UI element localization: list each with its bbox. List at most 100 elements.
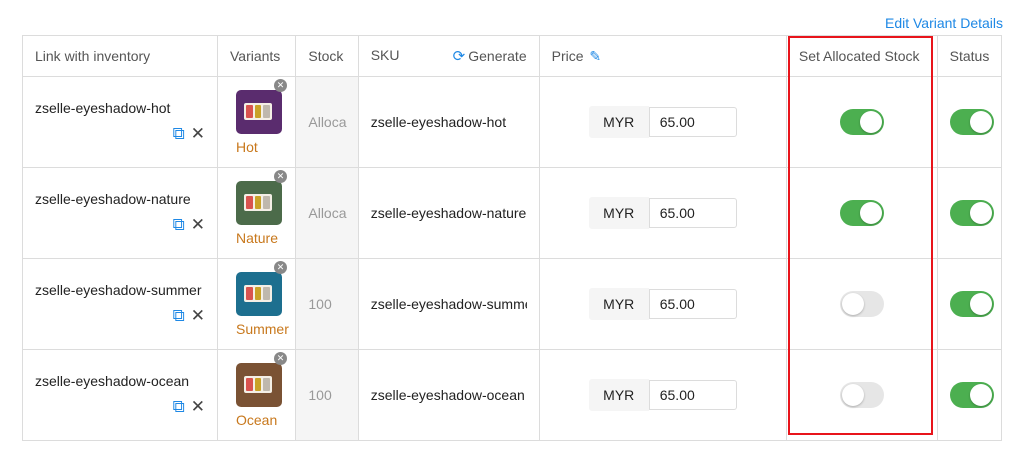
- external-link-icon[interactable]: ⧉: [173, 397, 185, 416]
- palette-image: [243, 284, 272, 302]
- link-actions: ⧉ ✕: [35, 306, 205, 326]
- close-icon[interactable]: ✕: [191, 306, 205, 325]
- variant-thumbnail: [235, 362, 282, 407]
- variant-label: Ocean: [235, 411, 278, 428]
- close-icon[interactable]: ✕: [191, 215, 205, 234]
- status-toggle[interactable]: [949, 109, 994, 135]
- toggle-knob: [969, 384, 992, 406]
- currency-label: MYR: [588, 106, 649, 138]
- external-link-icon[interactable]: ⧉: [173, 124, 185, 143]
- price-group: MYR: [552, 379, 774, 411]
- external-link-icon[interactable]: ⧉: [173, 306, 185, 325]
- link-cell: zselle-eyeshadow-nature ⧉ ✕: [22, 167, 218, 259]
- palette-image: [243, 102, 272, 120]
- refresh-icon: ⟳: [452, 48, 466, 65]
- palette-image: [243, 193, 272, 211]
- currency-label: MYR: [588, 288, 649, 320]
- stock-cell: Alloca: [295, 76, 359, 168]
- price-cell: MYR: [538, 76, 787, 168]
- toggle-knob: [969, 111, 992, 133]
- link-cell: zselle-eyeshadow-summer ⧉ ✕: [22, 258, 218, 350]
- link-actions: ⧉ ✕: [35, 215, 205, 235]
- header-stock: Stock: [295, 35, 359, 77]
- palette-image: [243, 375, 272, 393]
- status-cell: [936, 76, 1003, 168]
- price-input[interactable]: [648, 107, 737, 137]
- table-row: zselle-eyeshadow-ocean ⧉ ✕ ✕ Ocean 100 zs…: [22, 349, 1003, 441]
- currency-label: MYR: [588, 379, 649, 411]
- status-cell: [936, 258, 1003, 350]
- sku-cell: zselle-eyeshadow-hot: [357, 76, 540, 168]
- price-group: MYR: [552, 288, 774, 320]
- generate-sku-button[interactable]: ⟳ Generate: [453, 47, 527, 65]
- link-name: zselle-eyeshadow-ocean: [35, 373, 190, 389]
- variant-cell: ✕ Ocean: [216, 349, 297, 441]
- set-allocated-stock-toggle[interactable]: [839, 109, 884, 135]
- price-group: MYR: [552, 197, 774, 229]
- status-cell: [936, 349, 1003, 441]
- header-variants: Variants: [216, 35, 297, 77]
- link-name: zselle-eyeshadow-hot: [35, 100, 171, 116]
- generate-label: Generate: [468, 48, 527, 64]
- price-cell: MYR: [538, 349, 787, 441]
- header-price-label: Price: [551, 47, 584, 64]
- header-link: Link with inventory: [22, 35, 218, 77]
- variant-label: Hot: [235, 138, 258, 155]
- table-row: zselle-eyeshadow-nature ⧉ ✕ ✕ Nature Allo…: [22, 167, 1003, 259]
- price-input[interactable]: [648, 198, 737, 228]
- variant-cell: ✕ Nature: [216, 167, 297, 259]
- toggle-knob: [859, 202, 882, 224]
- status-toggle[interactable]: [949, 291, 994, 317]
- sku-value: zselle-eyeshadow-ocean: [370, 387, 525, 403]
- currency-label: MYR: [588, 197, 649, 229]
- table-row: zselle-eyeshadow-hot ⧉ ✕ ✕ Hot Alloca zse…: [22, 76, 1003, 168]
- external-link-icon[interactable]: ⧉: [173, 215, 185, 234]
- header-set-allocated-stock: Set Allocated Stock: [785, 35, 938, 77]
- sku-cell: zselle-eyeshadow-ocean: [357, 349, 540, 441]
- toggle-knob: [969, 293, 992, 315]
- allocated-cell: [785, 167, 938, 259]
- sku-value: zselle-eyeshadow-hot: [370, 114, 507, 130]
- variants-table: Link with inventory Variants Stock SKU ⟳…: [22, 35, 1003, 441]
- stock-cell: 100: [295, 349, 359, 441]
- stock-cell: Alloca: [295, 167, 359, 259]
- close-icon[interactable]: ✕: [191, 124, 205, 143]
- variant-thumbnail: [235, 89, 282, 134]
- link-name: zselle-eyeshadow-summer: [35, 282, 202, 298]
- toggle-knob: [859, 111, 882, 133]
- variant-label: Nature: [235, 229, 279, 246]
- link-actions: ⧉ ✕: [35, 124, 205, 144]
- table-row: zselle-eyeshadow-summer ⧉ ✕ ✕ Summer 100 …: [22, 258, 1003, 350]
- variant-label: Summer: [235, 320, 289, 337]
- link-cell: zselle-eyeshadow-hot ⧉ ✕: [22, 76, 218, 168]
- header-price: Price ✎: [538, 35, 787, 77]
- close-icon[interactable]: ✕: [191, 397, 205, 416]
- remove-badge-icon[interactable]: ✕: [273, 79, 287, 92]
- allocated-cell: [785, 349, 938, 441]
- edit-variant-details-link[interactable]: Edit Variant Details: [885, 15, 1003, 31]
- pencil-icon[interactable]: ✎: [589, 48, 601, 64]
- price-input[interactable]: [648, 289, 737, 319]
- price-cell: MYR: [538, 258, 787, 350]
- status-toggle[interactable]: [949, 382, 994, 408]
- remove-badge-icon[interactable]: ✕: [273, 261, 287, 274]
- set-allocated-stock-toggle[interactable]: [839, 382, 884, 408]
- sku-value: zselle-eyeshadow-summe: [370, 296, 527, 312]
- header-sku-label: SKU: [370, 47, 400, 63]
- sku-cell: zselle-eyeshadow-nature: [357, 167, 540, 259]
- remove-badge-icon[interactable]: ✕: [273, 352, 287, 365]
- set-allocated-stock-toggle[interactable]: [839, 200, 884, 226]
- sku-cell: zselle-eyeshadow-summe: [357, 258, 540, 350]
- variant-cell: ✕ Hot: [216, 76, 297, 168]
- table-header-row: Link with inventory Variants Stock SKU ⟳…: [22, 35, 1003, 77]
- remove-badge-icon[interactable]: ✕: [273, 170, 287, 183]
- stock-cell: 100: [295, 258, 359, 350]
- variant-thumbnail: [235, 271, 282, 316]
- price-input[interactable]: [648, 380, 737, 410]
- price-cell: MYR: [538, 167, 787, 259]
- status-toggle[interactable]: [949, 200, 994, 226]
- header-status: Status: [936, 35, 1003, 77]
- set-allocated-stock-toggle[interactable]: [839, 291, 884, 317]
- variant-cell: ✕ Summer: [216, 258, 297, 350]
- sku-value: zselle-eyeshadow-nature: [370, 205, 527, 221]
